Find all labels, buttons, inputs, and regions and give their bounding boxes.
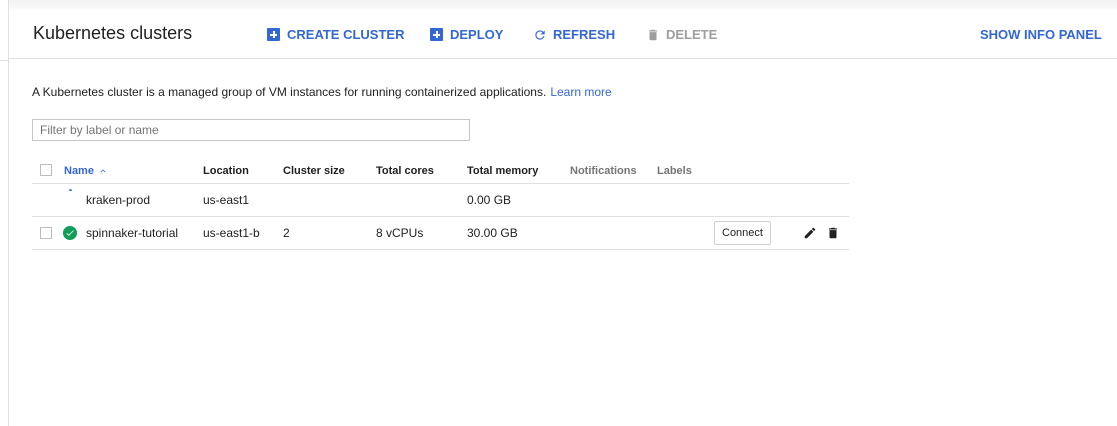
description-text: A Kubernetes cluster is a managed group … [32, 85, 547, 99]
deploy-button[interactable]: DEPLOY [430, 27, 503, 42]
cluster-size: 2 [283, 226, 290, 240]
create-cluster-button[interactable]: CREATE CLUSTER [267, 27, 404, 42]
column-header-cluster-size[interactable]: Cluster size [283, 165, 345, 177]
column-header-location[interactable]: Location [203, 165, 249, 177]
cluster-memory: 30.00 GB [467, 226, 518, 240]
table-row[interactable]: spinnaker-tutorial us-east1-b 2 8 vCPUs … [32, 217, 849, 250]
delete-button[interactable]: DELETE [646, 27, 717, 42]
column-header-name[interactable]: Name [64, 165, 108, 177]
column-name-label: Name [64, 165, 94, 177]
create-cluster-label: CREATE CLUSTER [287, 27, 405, 42]
add-box-icon [267, 27, 281, 42]
column-header-total-memory[interactable]: Total memory [467, 165, 538, 177]
cluster-memory: 0.00 GB [467, 193, 512, 207]
cluster-name[interactable]: kraken-prod [86, 193, 150, 207]
filter-input[interactable] [32, 119, 470, 141]
pencil-icon[interactable] [803, 226, 817, 240]
column-header-notifications: Notifications [570, 165, 637, 177]
cluster-name[interactable]: spinnaker-tutorial [86, 226, 178, 240]
clusters-table: Name Location Cluster size Total cores T… [32, 158, 849, 250]
arrow-up-icon [100, 169, 106, 173]
table-header-row: Name Location Cluster size Total cores T… [32, 158, 849, 184]
trash-icon [646, 28, 660, 42]
page-header: Kubernetes clusters CREATE CLUSTER DEPLO… [9, 11, 1117, 59]
row-checkbox[interactable] [40, 227, 52, 239]
refresh-icon [533, 28, 547, 42]
connect-button[interactable]: Connect [714, 221, 771, 245]
column-header-total-cores[interactable]: Total cores [376, 165, 434, 177]
page-description: A Kubernetes cluster is a managed group … [32, 85, 612, 99]
check-circle-icon [63, 226, 77, 240]
refresh-label: REFRESH [553, 27, 616, 42]
delete-label: DELETE [666, 27, 718, 42]
add-box-icon [430, 27, 444, 42]
cluster-location: us-east1 [203, 193, 250, 207]
cluster-location: us-east1-b [203, 226, 260, 240]
rail-divider [0, 60, 8, 61]
refresh-button[interactable]: REFRESH [533, 27, 615, 42]
left-nav-rail [0, 0, 9, 426]
show-info-panel-button[interactable]: SHOW INFO PANEL [980, 27, 1102, 42]
trash-icon[interactable] [826, 226, 840, 240]
page-title: Kubernetes clusters [33, 23, 193, 43]
learn-more-link[interactable]: Learn more [550, 85, 611, 99]
table-row[interactable]: kraken-prod us-east1 0.00 GB [32, 184, 849, 217]
deploy-label: DEPLOY [450, 27, 504, 42]
cluster-cores: 8 vCPUs [376, 226, 424, 240]
spinner-icon [69, 189, 72, 194]
select-all-checkbox[interactable] [40, 164, 52, 176]
column-header-labels: Labels [657, 165, 692, 177]
top-bar-shadow [0, 0, 1117, 11]
